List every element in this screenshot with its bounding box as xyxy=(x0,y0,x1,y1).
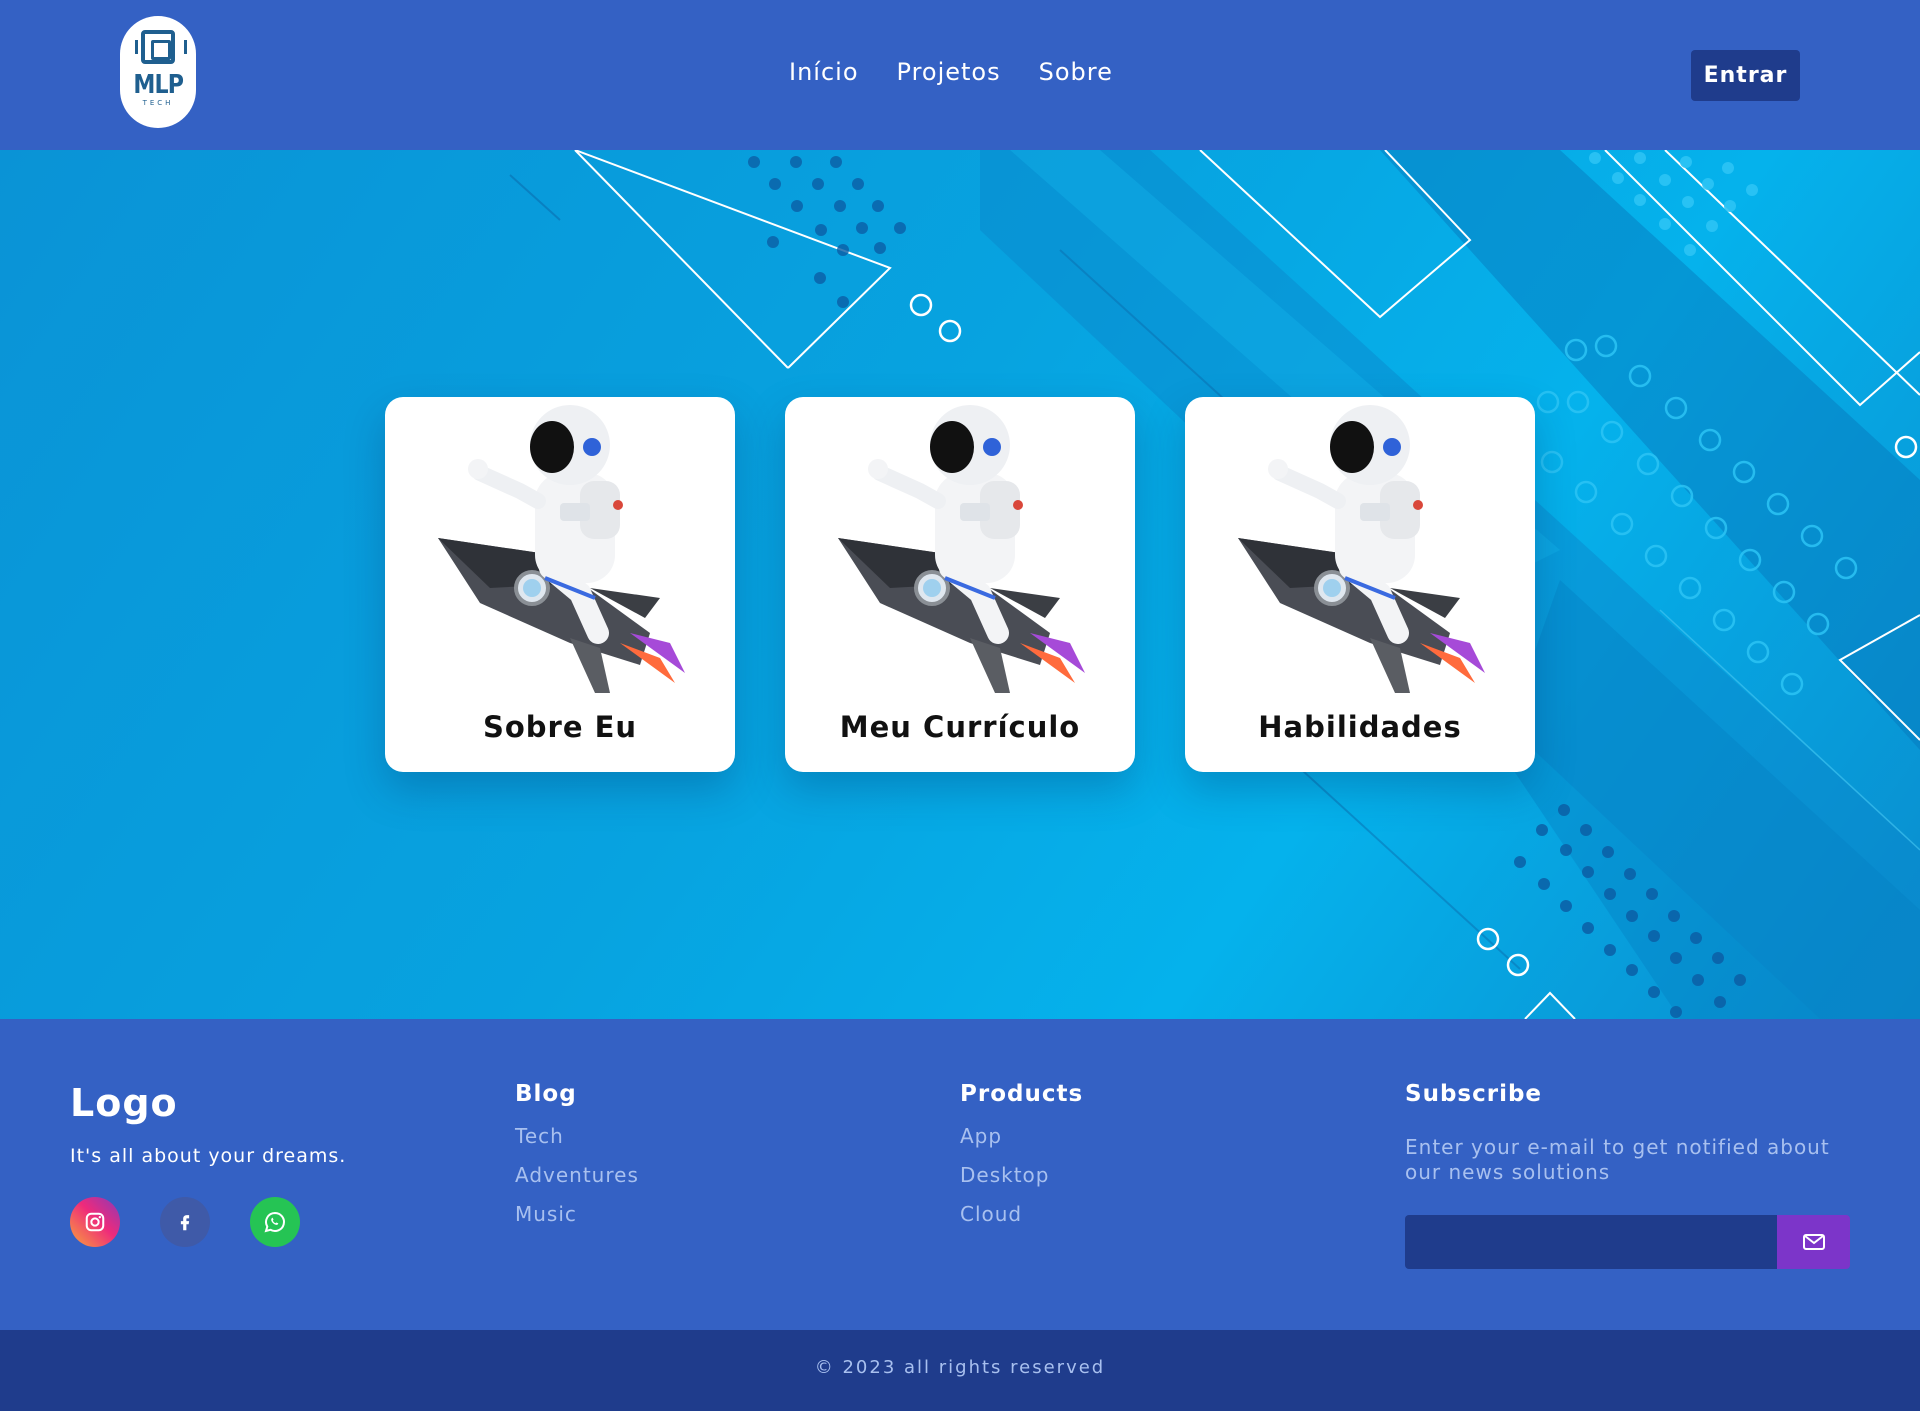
subscribe-heading: Subscribe xyxy=(1405,1081,1543,1107)
logo-subtext: TECH xyxy=(142,99,174,107)
card-title: Sobre Eu xyxy=(482,710,638,744)
card-grid: Sobre Eu Meu Currículo Habilidades xyxy=(385,397,1535,772)
instagram-icon[interactable] xyxy=(70,1197,120,1247)
nav-inicio[interactable]: Início xyxy=(789,58,859,86)
blog-link-music[interactable]: Music xyxy=(515,1195,639,1234)
blog-heading: Blog xyxy=(515,1081,577,1107)
footer-logo: Logo xyxy=(70,1081,178,1125)
envelope-icon xyxy=(1802,1234,1825,1250)
products-heading: Products xyxy=(960,1081,1084,1107)
site-footer: Logo It's all about your dreams. Blog Te… xyxy=(0,1019,1920,1330)
footer-tagline: It's all about your dreams. xyxy=(70,1145,347,1167)
main-nav: Início Projetos Sobre xyxy=(789,58,1113,86)
products-link-cloud[interactable]: Cloud xyxy=(960,1195,1083,1234)
footer-products: Products App Desktop Cloud xyxy=(960,1081,1083,1234)
nav-sobre[interactable]: Sobre xyxy=(1039,58,1113,86)
card-meu-curriculo[interactable]: Meu Currículo xyxy=(785,397,1135,772)
logo-text: MLP xyxy=(133,70,184,100)
whatsapp-icon[interactable] xyxy=(250,1197,300,1247)
products-link-app[interactable]: App xyxy=(960,1117,1083,1156)
social-links xyxy=(70,1197,346,1247)
astronaut-rocket-illustration xyxy=(1238,405,1485,693)
email-input[interactable] xyxy=(1405,1215,1777,1269)
card-title: Habilidades xyxy=(1258,710,1462,744)
astronaut-rocket-illustration xyxy=(438,405,685,693)
card-sobre-eu[interactable]: Sobre Eu xyxy=(385,397,735,772)
facebook-icon[interactable] xyxy=(160,1197,210,1247)
products-link-desktop[interactable]: Desktop xyxy=(960,1156,1083,1195)
mlp-tech-logo[interactable]: MLP TECH xyxy=(120,16,196,128)
hero-section: Sobre Eu Meu Currículo Habilidades xyxy=(0,150,1920,1019)
footer-blog: Blog Tech Adventures Music xyxy=(515,1081,639,1234)
footer-subscribe: Subscribe Enter your e-mail to get notif… xyxy=(1405,1081,1850,1269)
nav-projetos[interactable]: Projetos xyxy=(897,58,1001,86)
card-title: Meu Currículo xyxy=(839,710,1081,744)
login-button[interactable]: Entrar xyxy=(1691,50,1800,101)
blog-link-tech[interactable]: Tech xyxy=(515,1117,639,1156)
subscribe-description: Enter your e-mail to get notified about … xyxy=(1405,1135,1830,1184)
site-header: MLP TECH Início Projetos Sobre Entrar xyxy=(0,0,1920,150)
footer-brand: Logo It's all about your dreams. xyxy=(70,1081,346,1247)
chip-icon xyxy=(135,30,187,64)
card-habilidades[interactable]: Habilidades xyxy=(1185,397,1535,772)
astronaut-rocket-illustration xyxy=(838,405,1085,693)
copyright-text: © 2023 all rights reserved xyxy=(814,1357,1106,1378)
blog-link-adventures[interactable]: Adventures xyxy=(515,1156,639,1195)
subscribe-button[interactable] xyxy=(1777,1215,1850,1269)
subscribe-form xyxy=(1405,1215,1850,1269)
copyright-bar: © 2023 all rights reserved xyxy=(0,1330,1920,1411)
